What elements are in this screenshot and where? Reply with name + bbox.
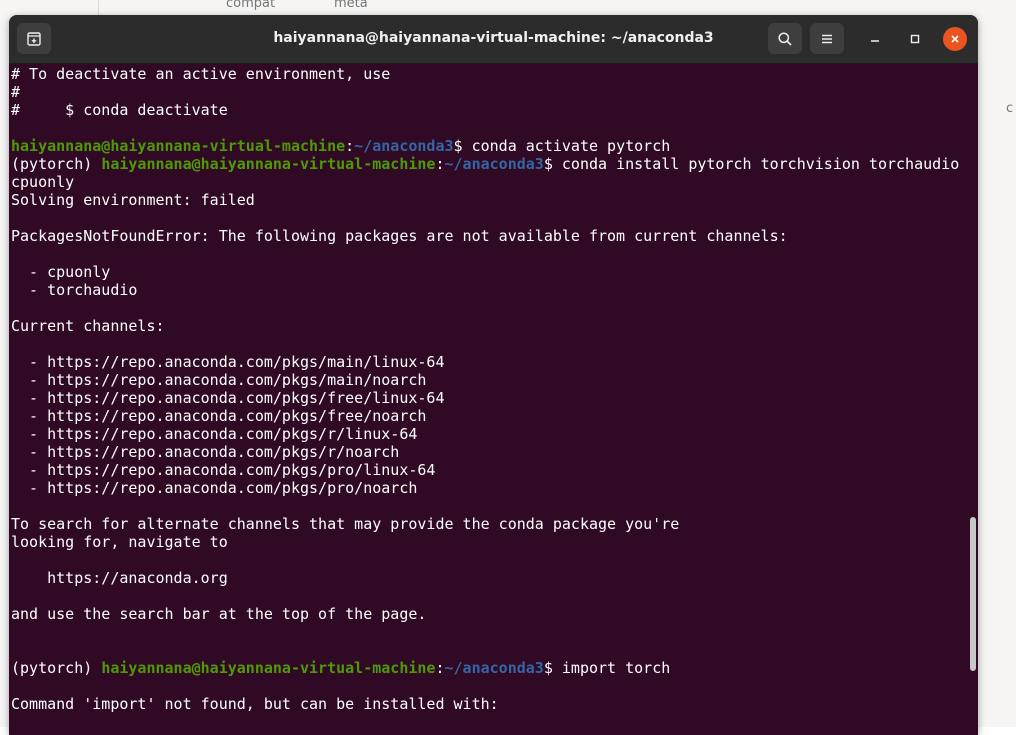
- maximize-button[interactable]: [903, 27, 927, 51]
- prompt-path: ~/anaconda3: [444, 155, 544, 173]
- command-text: $ conda activate pytorch: [453, 137, 671, 155]
- terminal-line: - https://repo.anaconda.com/pkgs/main/li…: [11, 353, 445, 371]
- maximize-icon: [910, 34, 920, 44]
- close-icon: [951, 35, 959, 43]
- terminal-line: Solving environment: failed: [11, 191, 255, 209]
- background-label-compat: compat: [226, 0, 276, 11]
- background-divider: [98, 0, 99, 16]
- terminal-line: cpuonly: [11, 173, 75, 191]
- terminal-line: - https://repo.anaconda.com/pkgs/r/noarc…: [11, 443, 400, 461]
- terminal-line: - torchaudio: [11, 281, 138, 299]
- terminal-line: - https://repo.anaconda.com/pkgs/free/li…: [11, 389, 445, 407]
- prompt-path: ~/anaconda3: [354, 137, 454, 155]
- prompt-env-prefix: (pytorch): [11, 155, 102, 173]
- terminal-line: - https://repo.anaconda.com/pkgs/pro/lin…: [11, 461, 436, 479]
- scrollbar-thumb[interactable]: [970, 517, 976, 671]
- hamburger-menu-icon: [822, 34, 832, 43]
- search-icon: [778, 31, 792, 46]
- terminal-window: haiyannana@haiyannana-virtual-machine: ~…: [9, 15, 978, 735]
- terminal-line: # $ conda deactivate: [11, 101, 228, 119]
- prompt-separator: :: [345, 137, 355, 155]
- terminal-line: - https://repo.anaconda.com/pkgs/main/no…: [11, 371, 427, 389]
- terminal-line: (pytorch) haiyannana@haiyannana-virtual-…: [11, 155, 959, 173]
- prompt-user: haiyannana@haiyannana-virtual-machine: [101, 659, 436, 677]
- terminal-line: PackagesNotFoundError: The following pac…: [11, 227, 788, 245]
- minimize-button[interactable]: [863, 27, 887, 51]
- terminal-line: looking for, navigate to: [11, 533, 228, 551]
- terminal-line: #: [11, 83, 21, 101]
- command-text: $ import torch: [543, 659, 671, 677]
- minimize-icon: [871, 40, 879, 42]
- prompt-env-prefix: (pytorch): [11, 659, 102, 677]
- title-bar[interactable]: haiyannana@haiyannana-virtual-machine: ~…: [9, 15, 978, 64]
- prompt-user: haiyannana@haiyannana-virtual-machine: [11, 137, 346, 155]
- terminal-line: - https://repo.anaconda.com/pkgs/free/no…: [11, 407, 427, 425]
- terminal-line: Command 'import' not found, but can be i…: [11, 695, 499, 713]
- background-label-right: c: [1006, 101, 1014, 116]
- terminal-line: and use the search bar at the top of the…: [11, 605, 427, 623]
- terminal-line: To search for alternate channels that ma…: [11, 515, 680, 533]
- terminal-line: - https://repo.anaconda.com/pkgs/pro/noa…: [11, 479, 418, 497]
- menu-button[interactable]: [810, 23, 844, 54]
- terminal-line: - https://repo.anaconda.com/pkgs/r/linux…: [11, 425, 418, 443]
- terminal-line: - cpuonly: [11, 263, 111, 281]
- command-text: $ conda install pytorch torchvision torc…: [543, 155, 960, 173]
- terminal-output[interactable]: # To deactivate an active environment, u…: [9, 64, 964, 735]
- terminal-line: (pytorch) haiyannana@haiyannana-virtual-…: [11, 659, 670, 677]
- terminal-line: haiyannana@haiyannana-virtual-machine:~/…: [11, 137, 670, 155]
- background-label-meta: meta: [334, 0, 368, 11]
- terminal-scrollbar[interactable]: [967, 64, 978, 735]
- terminal-line: # To deactivate an active environment, u…: [11, 65, 391, 83]
- terminal-line: https://anaconda.org: [11, 569, 228, 587]
- prompt-path: ~/anaconda3: [444, 659, 544, 677]
- prompt-user: haiyannana@haiyannana-virtual-machine: [101, 155, 436, 173]
- search-button[interactable]: [768, 23, 802, 54]
- close-button[interactable]: [943, 27, 967, 51]
- terminal-line: Current channels:: [11, 317, 165, 335]
